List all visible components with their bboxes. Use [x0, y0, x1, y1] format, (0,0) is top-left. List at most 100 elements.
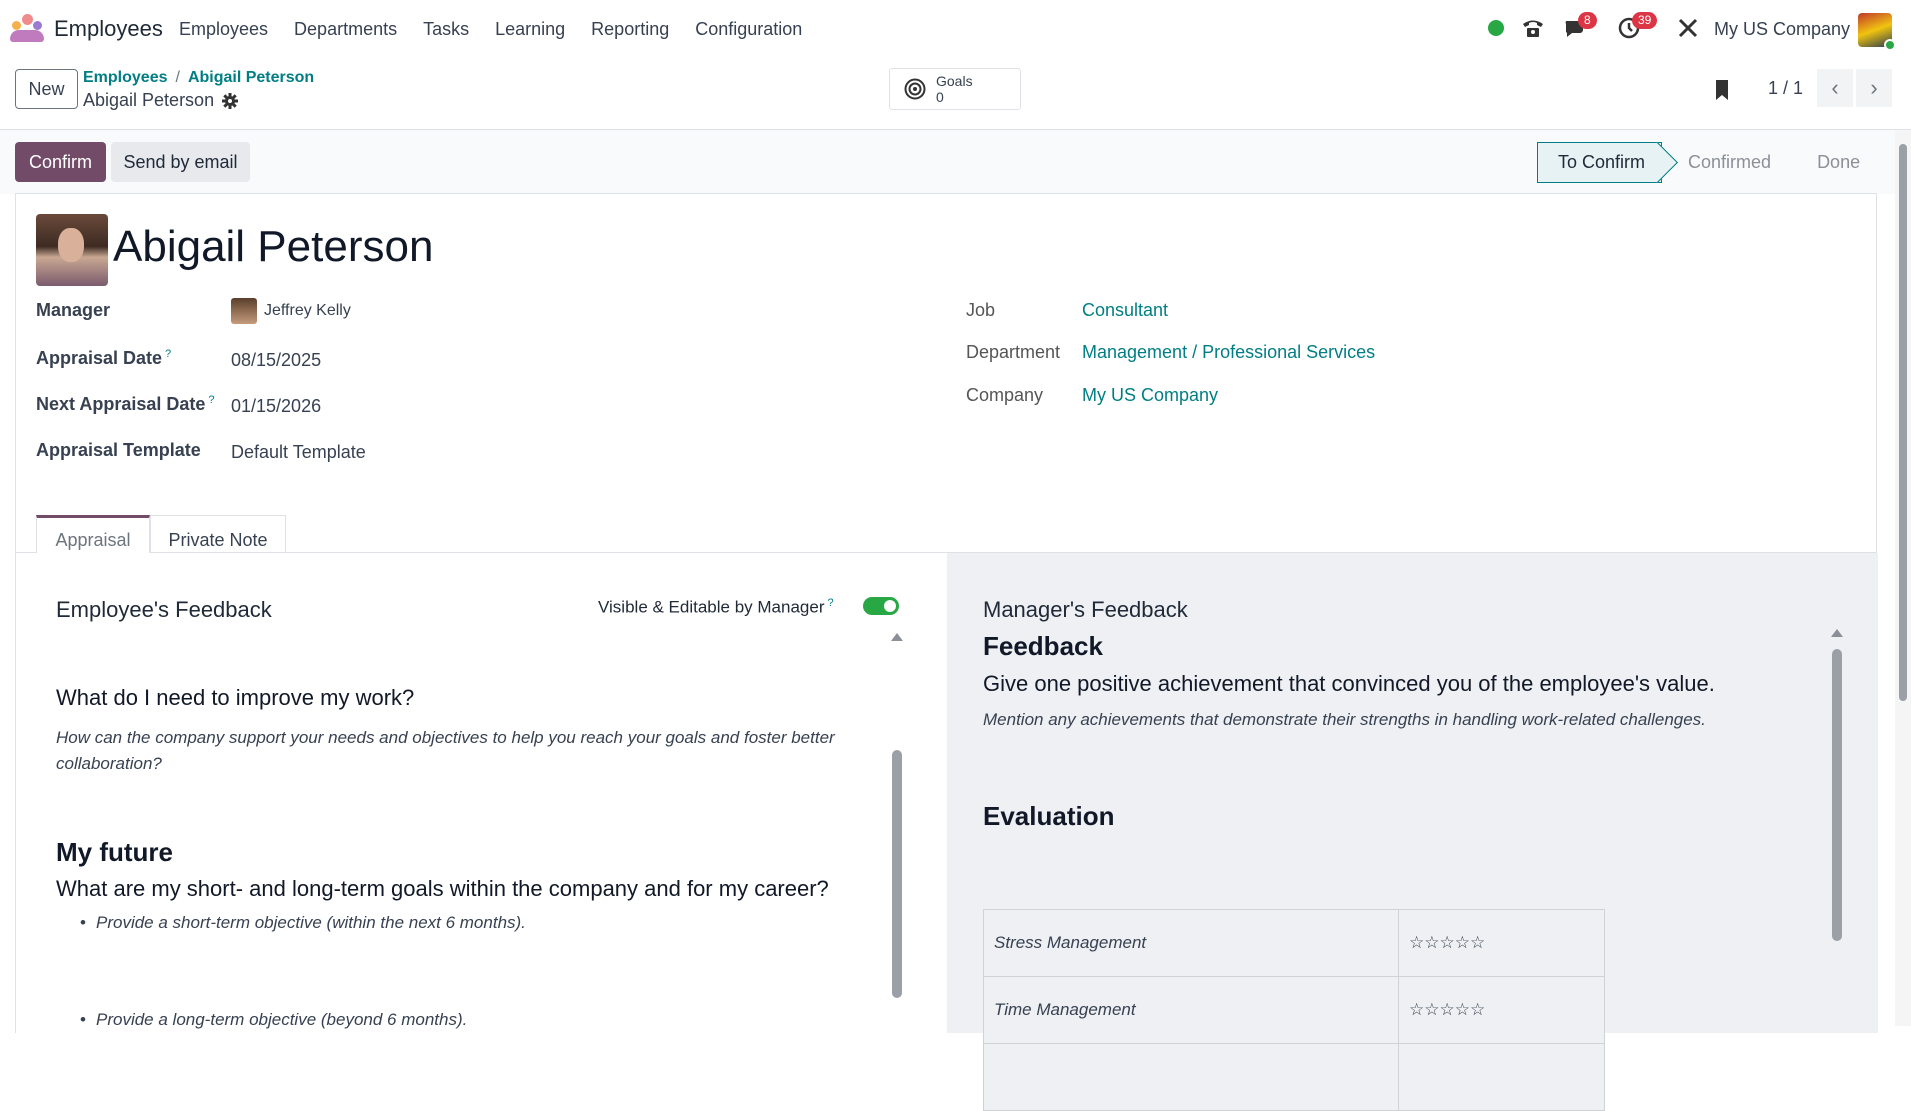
- evaluation-heading[interactable]: Evaluation: [983, 801, 1114, 832]
- phone-icon[interactable]: [1521, 16, 1545, 40]
- help-icon[interactable]: ?: [165, 348, 171, 360]
- employee-feedback-pane: Employee's Feedback Visible & Editable b…: [16, 553, 946, 1033]
- department-label: Department: [966, 342, 1061, 362]
- bullet-short-term[interactable]: Provide a short-term objective (within t…: [80, 913, 526, 933]
- scroll-up-arrow-icon[interactable]: [891, 633, 903, 641]
- manager-avatar: [231, 298, 257, 324]
- scroll-up-arrow-icon[interactable]: [1831, 629, 1843, 637]
- table-row: Time Management ☆☆☆☆☆: [983, 976, 1605, 1044]
- company-switcher[interactable]: My US Company: [1714, 19, 1850, 40]
- stage-label: Confirmed: [1688, 152, 1772, 172]
- notebook-tabs: Appraisal Private Note: [16, 505, 1876, 564]
- visible-editable-toggle[interactable]: [863, 597, 899, 615]
- rating-stars[interactable]: ☆☆☆☆☆: [1398, 976, 1605, 1044]
- bookmark-icon[interactable]: [1712, 78, 1732, 102]
- menu-configuration[interactable]: Configuration: [695, 19, 802, 40]
- table-row: [983, 1043, 1605, 1111]
- control-panel: New Employees / Abigail Peterson Abigail P…: [0, 58, 1911, 130]
- my-future-heading[interactable]: My future: [56, 837, 173, 868]
- visible-editable-label: Visible & Editable by Manager?: [598, 597, 834, 617]
- menu-departments[interactable]: Departments: [294, 19, 397, 40]
- goals-count: 0: [936, 89, 944, 105]
- appraisal-date-field[interactable]: 08/15/2025: [231, 350, 321, 371]
- user-avatar[interactable]: [1858, 13, 1896, 51]
- manager-field[interactable]: Jeffrey Kelly: [264, 302, 351, 320]
- menu-employees[interactable]: Employees: [179, 19, 268, 40]
- goals-smart-button[interactable]: Goals 0: [889, 68, 1021, 110]
- appraisal-date-label: Appraisal Date?: [36, 348, 172, 368]
- stage-label: To Confirm: [1558, 152, 1646, 172]
- employee-feedback-scrollbar[interactable]: [892, 750, 902, 998]
- breadcrumb-separator: /: [175, 69, 180, 86]
- form-sheet: Abigail Peterson Manager Jeffrey Kelly A…: [15, 193, 1878, 1111]
- menu-tasks[interactable]: Tasks: [423, 19, 469, 40]
- employee-feedback-title: Employee's Feedback: [56, 597, 272, 622]
- next-appraisal-date-label: Next Appraisal Date?: [36, 394, 215, 414]
- app-name[interactable]: Employees: [54, 16, 163, 42]
- pager-next-button[interactable]: ›: [1856, 69, 1892, 107]
- company-label: Company: [966, 385, 1044, 405]
- chevron-right-icon: ›: [1870, 75, 1878, 100]
- star-rating-icon[interactable]: ☆☆☆☆☆: [1409, 1000, 1485, 1019]
- stage-confirmed[interactable]: Confirmed: [1662, 142, 1791, 183]
- debug-tools-icon[interactable]: [1676, 16, 1700, 40]
- manager-question[interactable]: Give one positive achievement that convi…: [983, 671, 1715, 697]
- record-title: Abigail Peterson: [83, 90, 239, 111]
- criterion-cell[interactable]: [983, 1043, 1399, 1111]
- breadcrumb: Employees / Abigail Peterson: [83, 69, 314, 87]
- main-menu: Employees Departments Tasks Learning Rep…: [179, 19, 828, 40]
- breadcrumb-employees[interactable]: Employees: [83, 69, 167, 86]
- q-improve-work-desc[interactable]: How can the company support your needs a…: [56, 725, 856, 777]
- job-field[interactable]: Consultant: [1082, 300, 1168, 321]
- star-rating-icon[interactable]: ☆☆☆☆☆: [1409, 933, 1485, 952]
- criterion-cell[interactable]: Stress Management: [983, 909, 1399, 977]
- presence-status-icon[interactable]: [1488, 20, 1504, 36]
- breadcrumb-employee[interactable]: Abigail Peterson: [188, 69, 314, 86]
- pager-previous-button[interactable]: ‹: [1817, 69, 1853, 107]
- employees-app-icon[interactable]: [10, 14, 44, 42]
- rating-stars[interactable]: [1398, 1043, 1605, 1111]
- stage-to-confirm[interactable]: To Confirm: [1537, 142, 1663, 183]
- stage-pipeline: To Confirm Confirmed Done: [1537, 142, 1880, 183]
- online-status-icon: [1884, 39, 1896, 51]
- appraisal-template-field[interactable]: Default Template: [231, 442, 366, 463]
- feedback-heading[interactable]: Feedback: [983, 631, 1103, 662]
- menu-reporting[interactable]: Reporting: [591, 19, 669, 40]
- help-icon[interactable]: ?: [828, 597, 834, 609]
- q-goals-title[interactable]: What are my short- and long-term goals w…: [56, 876, 829, 902]
- activities-icon[interactable]: 39: [1616, 12, 1658, 40]
- send-by-email-button[interactable]: Send by email: [111, 142, 250, 182]
- appraisal-template-label: Appraisal Template: [36, 440, 201, 460]
- manager-feedback-title: Manager's Feedback: [983, 597, 1188, 622]
- messages-badge: 8: [1578, 12, 1597, 29]
- manager-feedback-scrollbar[interactable]: [1832, 649, 1842, 941]
- next-appraisal-date-field[interactable]: 01/15/2026: [231, 396, 321, 417]
- stage-label: Done: [1817, 152, 1861, 172]
- department-field[interactable]: Management / Professional Services: [1082, 342, 1375, 363]
- table-row: Stress Management ☆☆☆☆☆: [983, 909, 1605, 977]
- bullet-long-term[interactable]: Provide a long-term objective (beyond 6 …: [80, 1010, 467, 1030]
- manager-question-hint[interactable]: Mention any achievements that demonstrat…: [983, 707, 1706, 733]
- rating-stars[interactable]: ☆☆☆☆☆: [1398, 909, 1605, 977]
- page-scrollbar[interactable]: [1895, 130, 1911, 1026]
- pager-value[interactable]: 1 / 1: [1768, 78, 1803, 99]
- criterion-cell[interactable]: Time Management: [983, 976, 1399, 1044]
- top-navbar: Employees Employees Departments Tasks Le…: [0, 0, 1911, 58]
- status-bar: Confirm Send by email To Confirm Confirm…: [0, 130, 1895, 194]
- menu-learning[interactable]: Learning: [495, 19, 565, 40]
- employee-photo: [36, 214, 108, 286]
- record-title-text: Abigail Peterson: [83, 90, 215, 110]
- confirm-button[interactable]: Confirm: [15, 142, 106, 182]
- q-improve-work-title[interactable]: What do I need to improve my work?: [56, 685, 414, 711]
- page-scrollbar-thumb[interactable]: [1899, 144, 1907, 701]
- messages-icon[interactable]: 8: [1562, 12, 1597, 40]
- company-field[interactable]: My US Company: [1082, 385, 1218, 406]
- help-icon[interactable]: ?: [208, 394, 214, 406]
- target-icon: [904, 78, 926, 100]
- activities-badge: 39: [1632, 12, 1658, 29]
- manager-feedback-pane: Manager's Feedback Feedback Give one pos…: [947, 553, 1878, 1111]
- evaluation-table: Stress Management ☆☆☆☆☆ Time Management …: [983, 909, 1605, 1111]
- gear-icon[interactable]: [222, 92, 239, 109]
- stage-done[interactable]: Done: [1791, 142, 1880, 183]
- new-button[interactable]: New: [15, 69, 78, 109]
